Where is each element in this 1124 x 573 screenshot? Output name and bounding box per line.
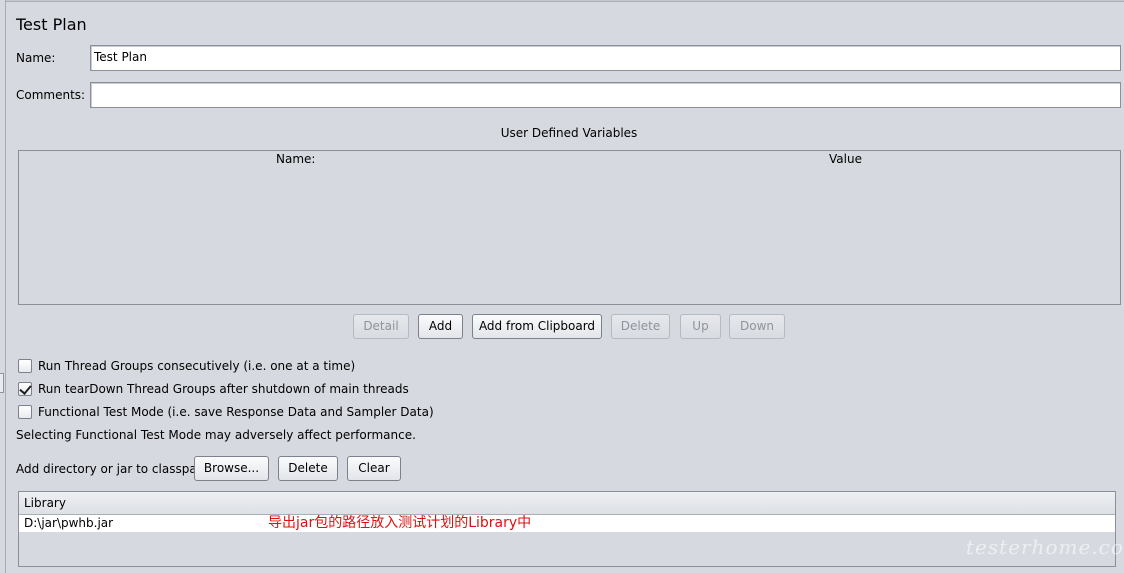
down-button[interactable]: Down — [729, 314, 785, 339]
left-frame-border — [0, 0, 6, 573]
panel-title: Test Plan — [16, 15, 87, 34]
detail-button[interactable]: Detail — [353, 314, 409, 339]
run-teardown-checkbox[interactable] — [18, 382, 32, 396]
comments-input[interactable] — [90, 82, 1121, 108]
top-frame-border — [6, 0, 1124, 2]
up-button[interactable]: Up — [680, 314, 721, 339]
name-input[interactable]: Test Plan — [90, 45, 1121, 71]
variables-column-value[interactable]: Value — [829, 152, 862, 166]
classpath-label: Add directory or jar to classpath — [16, 462, 210, 476]
clear-button[interactable]: Clear — [347, 456, 401, 481]
name-label: Name: — [16, 51, 56, 65]
functional-mode-warning: Selecting Functional Test Mode may adver… — [16, 428, 416, 442]
variables-column-name[interactable]: Name: — [276, 152, 315, 166]
run-consecutively-checkbox[interactable] — [18, 359, 32, 373]
delete-variable-button[interactable]: Delete — [611, 314, 670, 339]
user-defined-variables-title: User Defined Variables — [500, 126, 638, 140]
variables-table[interactable] — [18, 150, 1121, 305]
run-consecutively-label[interactable]: Run Thread Groups consecutively (i.e. on… — [38, 359, 355, 373]
red-annotation-text: 导出jar包的路径放入测试计划的Library中 — [268, 515, 532, 531]
comments-label: Comments: — [16, 88, 86, 102]
library-column-header[interactable]: Library — [19, 492, 1115, 515]
add-from-clipboard-button[interactable]: Add from Clipboard — [472, 314, 602, 339]
run-teardown-label[interactable]: Run tearDown Thread Groups after shutdow… — [38, 382, 409, 396]
functional-mode-label[interactable]: Functional Test Mode (i.e. save Response… — [38, 405, 434, 419]
split-pane-divider-handle[interactable] — [0, 373, 4, 393]
watermark: testerhome.com — [966, 535, 1124, 559]
library-row[interactable]: D:\jar\pwhb.jar — [19, 515, 1115, 532]
add-button[interactable]: Add — [418, 314, 463, 339]
functional-mode-checkbox[interactable] — [18, 405, 32, 419]
browse-button[interactable]: Browse... — [194, 456, 269, 481]
delete-classpath-button[interactable]: Delete — [278, 456, 338, 481]
